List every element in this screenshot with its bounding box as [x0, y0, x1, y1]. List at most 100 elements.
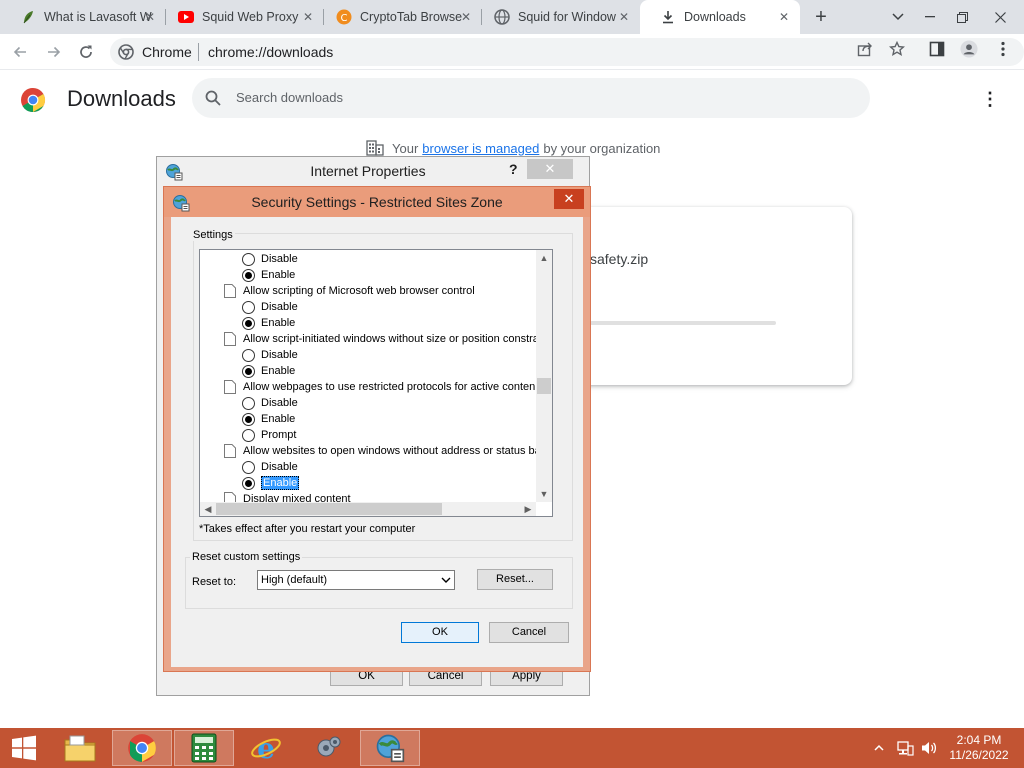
- setting-item: Display mixed content: [224, 491, 351, 502]
- ok-button[interactable]: OK: [401, 622, 479, 643]
- cancel-button[interactable]: Cancel: [489, 622, 569, 643]
- radio-button-checked[interactable]: [242, 316, 255, 330]
- close-icon[interactable]: ✕: [616, 9, 632, 25]
- setting-item: Allow webpages to use restricted protoco…: [224, 379, 535, 395]
- radio-button[interactable]: [242, 252, 255, 266]
- omnibox-divider: [198, 43, 199, 61]
- start-button[interactable]: [0, 728, 48, 768]
- close-icon[interactable]: ✕: [458, 9, 474, 25]
- help-button[interactable]: ?: [509, 161, 518, 177]
- tab-title: Squid for Window: [518, 10, 616, 24]
- volume-icon[interactable]: [920, 728, 938, 768]
- settings-group-label: Settings: [191, 229, 235, 241]
- building-icon: [366, 140, 384, 156]
- close-button[interactable]: ✕: [527, 159, 573, 179]
- radio-option[interactable]: Prompt: [242, 427, 296, 443]
- radio-button[interactable]: [242, 396, 255, 410]
- side-panel-icon[interactable]: [928, 40, 946, 58]
- download-item-card: safety.zip: [572, 207, 852, 385]
- reset-button[interactable]: Reset...: [477, 569, 553, 590]
- tab-search-icon[interactable]: [880, 0, 916, 34]
- search-downloads-input[interactable]: Search downloads: [192, 78, 870, 118]
- close-window-icon[interactable]: [982, 0, 1018, 34]
- svg-text:C: C: [341, 13, 348, 24]
- calculator-icon[interactable]: [174, 730, 234, 766]
- radio-button-checked[interactable]: [242, 412, 255, 426]
- chrome-icon[interactable]: [112, 730, 172, 766]
- radio-option[interactable]: Enable: [242, 411, 295, 427]
- reload-button[interactable]: [74, 40, 98, 64]
- show-hidden-icons[interactable]: [874, 728, 884, 768]
- scroll-right-icon[interactable]: ▶: [520, 502, 536, 516]
- new-tab-button[interactable]: +: [810, 6, 832, 28]
- reset-group-label: Reset custom settings: [190, 551, 303, 563]
- tab-squid-web-proxy[interactable]: Squid Web Proxy ✕: [158, 0, 324, 34]
- radio-button-checked[interactable]: [242, 268, 255, 282]
- radio-option[interactable]: Disable: [242, 251, 298, 267]
- forward-button[interactable]: [42, 40, 66, 64]
- scroll-left-icon[interactable]: ◀: [200, 502, 216, 516]
- radio-option[interactable]: Enable: [242, 315, 295, 331]
- download-file-name[interactable]: safety.zip: [590, 251, 648, 267]
- more-actions-icon[interactable]: ⋮: [980, 87, 1000, 111]
- tab-downloads[interactable]: Downloads ✕: [640, 0, 800, 34]
- setting-item: Allow script-initiated windows without s…: [224, 331, 536, 347]
- site-label: Chrome: [142, 44, 192, 60]
- chrome-menu-icon[interactable]: [994, 40, 1012, 58]
- document-icon: [224, 492, 236, 502]
- bookmark-star-icon[interactable]: [888, 40, 906, 58]
- radio-button[interactable]: [242, 348, 255, 362]
- managed-notice: Your browser is managed by your organiza…: [366, 140, 660, 156]
- radio-button-checked[interactable]: [242, 476, 255, 490]
- close-button[interactable]: ✕: [554, 189, 584, 209]
- scroll-up-icon[interactable]: ▲: [536, 250, 552, 266]
- close-icon[interactable]: ✕: [142, 9, 158, 25]
- radio-option[interactable]: Enable: [242, 363, 295, 379]
- browser-managed-link[interactable]: browser is managed: [422, 141, 539, 156]
- security-settings-dialog: Security Settings - Restricted Sites Zon…: [163, 186, 591, 672]
- internet-options-icon[interactable]: [360, 730, 420, 766]
- reset-to-select[interactable]: High (default): [257, 570, 455, 590]
- close-icon[interactable]: ✕: [300, 9, 316, 25]
- tab-squid-for-windows[interactable]: Squid for Window ✕: [474, 0, 640, 34]
- settings-gear-icon[interactable]: [298, 730, 358, 766]
- address-bar[interactable]: Chrome chrome://downloads: [110, 38, 1024, 66]
- radio-option[interactable]: Disable: [242, 299, 298, 315]
- file-explorer-icon[interactable]: [50, 730, 110, 766]
- horizontal-scrollbar[interactable]: ◀ ▶: [200, 502, 536, 516]
- scroll-down-icon[interactable]: ▼: [536, 486, 552, 502]
- chevron-down-icon[interactable]: [441, 571, 451, 596]
- radio-button[interactable]: [242, 428, 255, 442]
- radio-button[interactable]: [242, 300, 255, 314]
- radio-option[interactable]: Enable: [242, 267, 295, 283]
- tab-title: Squid Web Proxy: [202, 10, 299, 24]
- share-icon[interactable]: [856, 40, 874, 58]
- internet-explorer-icon[interactable]: e: [236, 730, 296, 766]
- vertical-scrollbar[interactable]: ▲ ▼: [536, 250, 552, 502]
- system-clock[interactable]: 2:04 PM 11/26/2022: [942, 733, 1016, 763]
- radio-option[interactable]: Disable: [242, 459, 298, 475]
- radio-option-selected[interactable]: Enable: [242, 475, 300, 491]
- radio-button[interactable]: [242, 460, 255, 474]
- restore-icon[interactable]: [944, 0, 980, 34]
- chrome-site-icon[interactable]: [118, 44, 134, 60]
- network-icon[interactable]: [896, 728, 914, 768]
- scroll-thumb[interactable]: [216, 503, 442, 515]
- taskbar: e 2:04 PM 11/26/2022: [0, 728, 1024, 768]
- leaf-icon: [20, 9, 36, 25]
- radio-button-checked[interactable]: [242, 364, 255, 378]
- forward-arrow-icon: [48, 46, 61, 58]
- scroll-thumb[interactable]: [537, 378, 551, 394]
- settings-tree[interactable]: Disable Enable Allow scripting of Micros…: [199, 249, 553, 517]
- tab-cryptotab[interactable]: C CryptoTab Browse ✕: [316, 0, 482, 34]
- radio-option[interactable]: Disable: [242, 347, 298, 363]
- dialog-title: Security Settings - Restricted Sites Zon…: [251, 194, 503, 210]
- profile-avatar-icon[interactable]: [960, 40, 978, 58]
- dialog-titlebar[interactable]: Security Settings - Restricted Sites Zon…: [164, 187, 590, 217]
- back-button[interactable]: [8, 40, 32, 64]
- minimize-icon[interactable]: [912, 0, 948, 34]
- radio-option[interactable]: Disable: [242, 395, 298, 411]
- url-text[interactable]: chrome://downloads: [208, 44, 333, 60]
- tab-lavasoft[interactable]: What is Lavasoft W ✕: [0, 0, 166, 34]
- close-icon[interactable]: ✕: [776, 9, 792, 25]
